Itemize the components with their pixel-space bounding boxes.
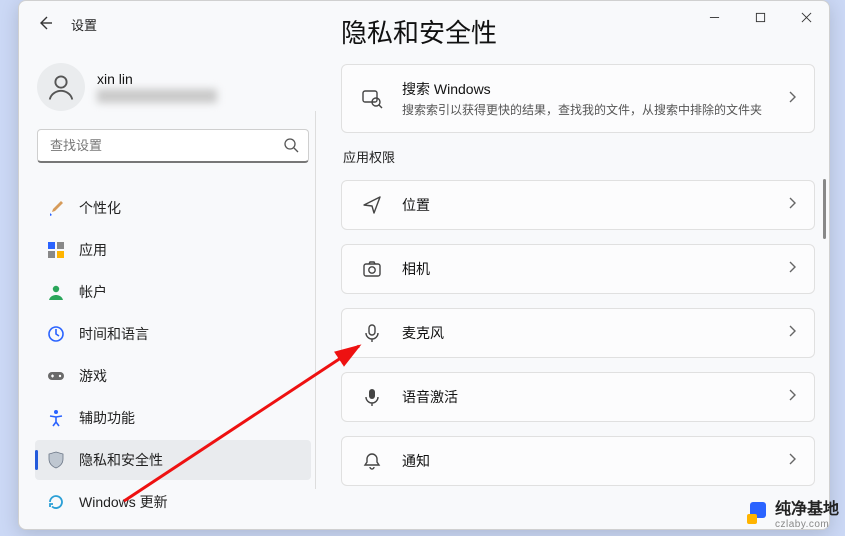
- apps-icon: [47, 241, 65, 259]
- row-location[interactable]: 位置: [341, 180, 815, 230]
- sidebar-item-label: 时间和语言: [79, 324, 149, 344]
- sidebar-divider: [315, 111, 316, 489]
- row-title: 麦克风: [402, 323, 786, 343]
- user-email-blurred: [97, 89, 217, 103]
- section-app-permissions: 应用权限: [343, 147, 815, 166]
- scrollbar-thumb[interactable]: [823, 179, 826, 239]
- voice-activation-icon: [358, 387, 386, 407]
- search-settings[interactable]: [37, 129, 309, 163]
- camera-icon: [358, 259, 386, 279]
- sidebar-item-gaming[interactable]: 游戏: [35, 356, 311, 396]
- gamepad-icon: [47, 367, 65, 385]
- sidebar-item-windows-update[interactable]: Windows 更新: [35, 482, 311, 522]
- globe-clock-icon: [47, 325, 65, 343]
- paintbrush-icon: [47, 199, 65, 217]
- sidebar-nav: 个性化 应用 帐户 时间和语言: [31, 187, 315, 523]
- update-icon: [47, 493, 65, 511]
- sidebar-item-apps[interactable]: 应用: [35, 230, 311, 270]
- watermark: 纯净基地 czlaby.com: [747, 495, 839, 530]
- location-icon: [358, 195, 386, 215]
- sidebar-item-label: 隐私和安全性: [79, 450, 163, 470]
- row-microphone[interactable]: 麦克风: [341, 308, 815, 358]
- sidebar-item-label: Windows 更新: [79, 492, 168, 512]
- person-icon: [47, 283, 65, 301]
- sidebar-item-label: 个性化: [79, 198, 121, 218]
- row-title: 语音激活: [402, 387, 786, 407]
- search-input[interactable]: [37, 129, 309, 163]
- row-title: 位置: [402, 195, 786, 215]
- sidebar-item-label: 应用: [79, 240, 107, 260]
- avatar: [37, 63, 85, 111]
- accessibility-icon: [47, 409, 65, 427]
- row-title: 搜索 Windows: [402, 79, 786, 99]
- sidebar-item-accounts[interactable]: 帐户: [35, 272, 311, 312]
- row-subtitle: 搜索索引以获得更快的结果，查找我的文件，从搜索中排除的文件夹: [402, 101, 786, 118]
- watermark-sub: czlaby.com: [775, 519, 839, 530]
- row-title: 相机: [402, 259, 786, 279]
- sidebar-item-label: 辅助功能: [79, 408, 135, 428]
- search-windows-icon: [358, 88, 386, 110]
- search-icon: [283, 137, 299, 158]
- sidebar: xin lin 个性化 应用: [31, 59, 315, 523]
- app-title: 设置: [71, 15, 97, 34]
- shield-icon: [47, 451, 65, 469]
- back-button[interactable]: [37, 15, 53, 36]
- chevron-right-icon: [786, 388, 798, 406]
- microphone-icon: [358, 323, 386, 343]
- watermark-logo: [747, 502, 769, 524]
- row-notifications[interactable]: 通知: [341, 436, 815, 486]
- chevron-right-icon: [786, 452, 798, 470]
- chevron-right-icon: [786, 196, 798, 214]
- main-content: 隐私和安全性 搜索 Windows 搜索索引以获得更快的结果，查找我的文件，从搜…: [341, 13, 815, 519]
- chevron-right-icon: [786, 260, 798, 278]
- chevron-right-icon: [786, 324, 798, 342]
- user-name: xin lin: [97, 71, 217, 87]
- sidebar-item-label: 帐户: [79, 282, 107, 302]
- row-voice-activation[interactable]: 语音激活: [341, 372, 815, 422]
- settings-window: 设置 xin lin 个性化: [18, 0, 830, 530]
- bell-icon: [358, 451, 386, 471]
- user-account-block[interactable]: xin lin: [31, 59, 315, 129]
- row-search-windows[interactable]: 搜索 Windows 搜索索引以获得更快的结果，查找我的文件，从搜索中排除的文件…: [341, 64, 815, 133]
- sidebar-item-time-language[interactable]: 时间和语言: [35, 314, 311, 354]
- chevron-right-icon: [786, 90, 798, 108]
- page-title: 隐私和安全性: [341, 13, 815, 50]
- row-title: 通知: [402, 451, 786, 471]
- watermark-text: 纯净基地: [775, 495, 839, 519]
- sidebar-item-privacy-security[interactable]: 隐私和安全性: [35, 440, 311, 480]
- sidebar-item-accessibility[interactable]: 辅助功能: [35, 398, 311, 438]
- sidebar-item-label: 游戏: [79, 366, 107, 386]
- row-camera[interactable]: 相机: [341, 244, 815, 294]
- sidebar-item-personalization[interactable]: 个性化: [35, 188, 311, 228]
